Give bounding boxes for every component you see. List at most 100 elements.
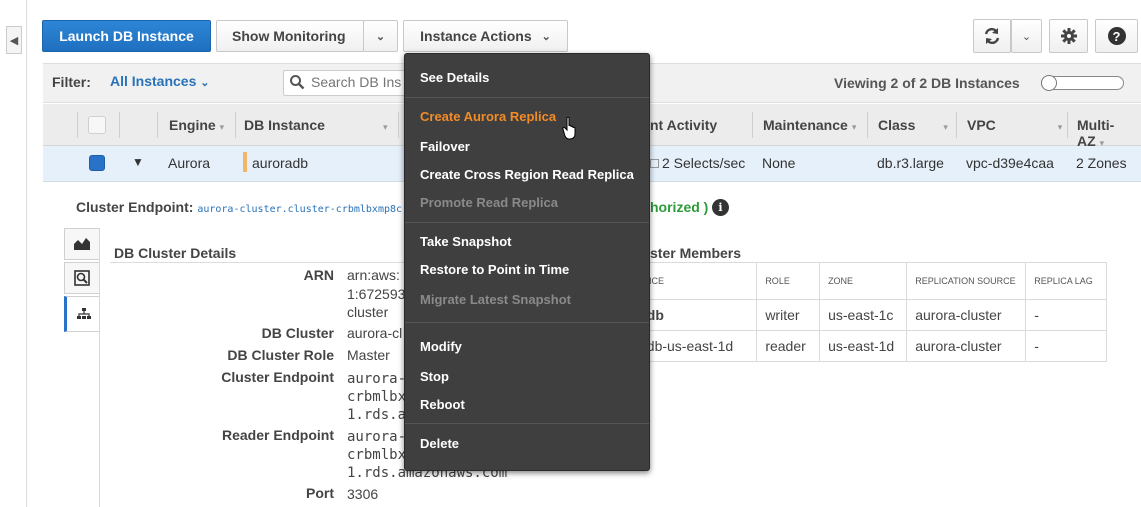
menu-item-reboot[interactable]: Reboot [420,397,465,412]
reader-endpoint-label: Reader Endpoint [221,427,334,443]
magnify-document-icon [74,270,90,286]
launch-db-instance-button[interactable]: Launch DB Instance [42,20,211,52]
chevron-down-icon: ⌄ [375,30,386,43]
member-replica-lag: - [1025,299,1107,331]
detail-labels: ARN DB Cluster DB Cluster Role Cluster E… [110,262,334,507]
hand-cursor-icon [562,116,576,140]
cell-activity: 2 Selects/sec [650,155,745,171]
column-maintenance[interactable]: Maintenance ▾ [763,117,856,133]
table-header-row: ANCE ROLE ZONE REPLICATION SOURCE REPLIC… [629,262,1107,300]
member-role: writer [756,299,821,331]
table-row: adb writer us-east-1c aurora-cluster - [629,299,1107,331]
arn-value-3: cluster [347,304,389,320]
hierarchy-icon [76,308,91,319]
collapse-sidebar-icon[interactable]: ◀ [6,26,22,54]
column-activity[interactable]: nt Activity [650,117,717,133]
chevron-down-icon: ⌄ [200,77,210,89]
menu-item-promote-read-replica: Promote Read Replica [420,195,558,210]
db-cluster-label: DB Cluster [261,325,334,341]
tab-monitoring[interactable] [64,228,100,260]
members-header-zone: ZONE [819,262,908,300]
panel-divider [99,228,100,507]
member-replication-source: aurora-cluster [906,299,1027,331]
column-engine[interactable]: Engine ▾ [169,117,224,133]
column-multi-az-label: Multi-AZ [1077,117,1115,149]
viewing-count: Viewing 2 of 2 DB Instances [834,75,1020,91]
cluster-endpoint-detail-label: Cluster Endpoint [221,369,334,385]
search-icon [290,75,305,90]
db-cluster-role-label: DB Cluster Role [227,347,334,363]
menu-divider [405,322,649,323]
menu-item-failover[interactable]: Failover [420,139,470,154]
cluster-members-title: ster Members [650,245,742,261]
port-value: 3306 [347,486,379,502]
column-engine-label: Engine [169,117,216,133]
launch-db-instance-label: Launch DB Instance [59,28,194,44]
db-cluster-role-value: Master [347,347,390,363]
left-rail [0,0,27,507]
cell-maintenance: None [762,155,796,171]
db-cluster-details-title: DB Cluster Details [114,245,237,261]
arn-value-2: 1:672593 [347,286,406,302]
column-multi-az[interactable]: Multi-AZ ▾ [1077,117,1141,149]
show-monitoring-label: Show Monitoring [232,28,346,44]
refresh-dropdown-button[interactable]: ⌄ [1011,19,1042,53]
select-all-checkbox[interactable] [88,116,106,134]
column-vpc[interactable]: VPC ▾ [967,117,1062,133]
menu-divider [405,423,649,424]
column-class-label: Class [878,117,916,133]
sort-icon: ▾ [943,122,948,132]
monitoring-dropdown-button[interactable]: ⌄ [363,20,398,52]
instance-actions-label: Instance Actions [420,28,532,44]
column-db-instance-label: DB Instance [244,117,325,133]
gear-icon [1060,28,1077,44]
row-checkbox[interactable] [89,155,105,171]
settings-button[interactable] [1049,19,1088,53]
expand-row-icon[interactable]: ▼ [132,155,144,169]
cell-vpc[interactable]: vpc-d39e4caa [966,155,1054,171]
sort-icon: ▾ [219,122,225,132]
info-icon[interactable]: i [712,199,729,216]
toggle-slider-knob[interactable] [1041,75,1057,91]
authorized-status: horized ) [650,199,709,215]
menu-item-modify[interactable]: Modify [420,339,462,354]
members-header-role: ROLE [756,262,821,300]
menu-item-create-aurora-replica[interactable]: Create Aurora Replica [420,109,556,124]
menu-item-restore-to-point-in-time[interactable]: Restore to Point in Time [420,262,569,277]
member-zone: us-east-1c [819,299,908,331]
filter-value: All Instances [110,73,197,89]
db-cluster-value[interactable]: aurora-cl [347,325,402,341]
menu-item-migrate-latest-snapshot: Migrate Latest Snapshot [420,292,571,307]
cluster-endpoint-label: Cluster Endpoint: [76,199,194,215]
help-button[interactable]: ? [1095,19,1138,53]
area-chart-icon [74,238,90,250]
sort-icon[interactable]: ▾ [379,117,388,133]
tab-details[interactable] [64,296,100,332]
menu-item-see-details[interactable]: See Details [420,70,489,85]
instance-actions-button[interactable]: Instance Actions ⌄ [403,20,568,52]
column-activity-label: nt Activity [650,117,718,133]
port-label: Port [306,485,334,501]
menu-item-stop[interactable]: Stop [420,369,449,384]
filter-dropdown[interactable]: All Instances ⌄ [110,73,209,89]
cell-activity-value: 2 Selects/sec [662,155,746,171]
show-monitoring-button[interactable]: Show Monitoring [216,20,364,52]
tab-logs[interactable] [64,262,100,294]
menu-item-delete[interactable]: Delete [420,436,459,451]
members-header-replication-source: REPLICATION SOURCE [906,262,1027,300]
sort-icon: ▾ [851,122,857,132]
help-icon: ? [1107,27,1126,45]
table-row: adb-us-east-1d reader us-east-1d aurora-… [629,330,1107,362]
column-class[interactable]: Class ▾ [878,117,948,133]
cell-db-instance[interactable]: auroradb [252,155,308,171]
refresh-icon [984,27,1000,45]
menu-item-create-cross-region-read-replica[interactable]: Create Cross Region Read Replica [420,167,634,182]
search-input[interactable] [311,73,409,91]
cell-multi-az: 2 Zones [1076,155,1127,171]
menu-item-take-snapshot[interactable]: Take Snapshot [420,234,512,249]
column-vpc-label: VPC [967,117,996,133]
column-db-instance[interactable]: DB Instance [244,117,325,133]
arn-label: ARN [303,267,334,283]
refresh-button[interactable] [973,19,1011,53]
status-marker [243,152,247,172]
